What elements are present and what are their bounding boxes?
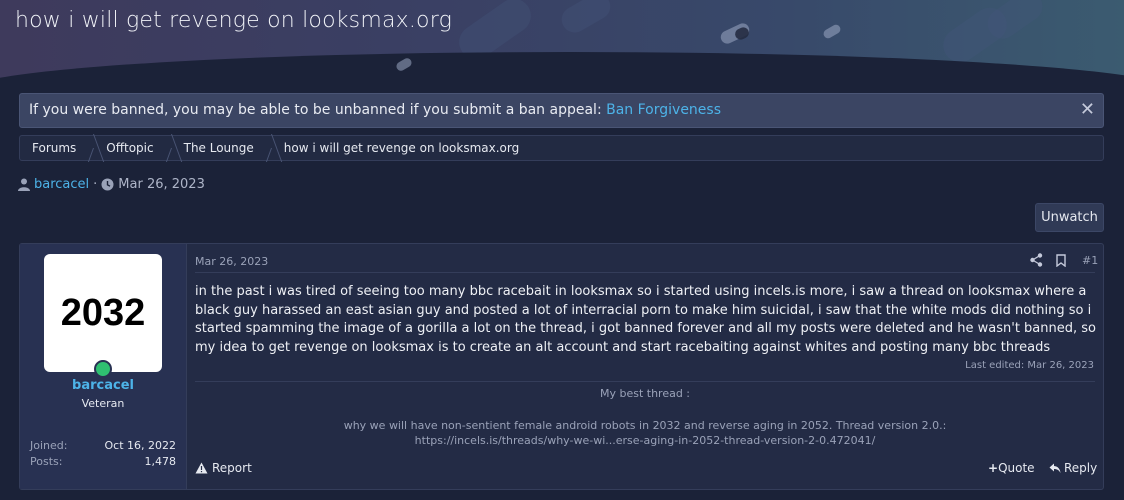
signature-line: why we will have non-sentient female and… (343, 419, 947, 432)
post-date[interactable]: Mar 26, 2023 (195, 255, 268, 268)
page-title: how i will get revenge on looksmax.org (15, 8, 452, 33)
plus-icon: + (988, 461, 999, 475)
notice-message: If you were banned, you may be able to b… (29, 102, 607, 118)
reply-button[interactable]: Reply (1049, 461, 1097, 475)
online-status-icon (94, 360, 112, 378)
stat-value: Oct 16, 2022 (104, 439, 177, 452)
unwatch-button[interactable]: Unwatch (1035, 203, 1104, 232)
user-title: Veteran (81, 397, 125, 410)
clock-icon (101, 178, 114, 191)
quote-label: Quote (998, 461, 1035, 475)
ban-appeal-notice: If you were banned, you may be able to b… (19, 93, 1104, 128)
page-header: how i will get revenge on looksmax.org (0, 0, 1124, 80)
post-user-cell: 2032 barcacel Veteran Joined: Oct 16, 20… (20, 244, 187, 489)
warning-icon (195, 462, 208, 474)
stat-value[interactable]: 1,478 (145, 455, 177, 468)
share-icon[interactable] (1030, 253, 1043, 267)
post-number[interactable]: #1 (1082, 254, 1098, 267)
signature-link[interactable]: https://incels.is/threads/why-we-wi...er… (195, 434, 1095, 447)
quote-button[interactable]: +Quote (988, 461, 1035, 475)
last-edited: Last edited: Mar 26, 2023 (965, 360, 1094, 371)
breadcrumb-current-thread[interactable]: how i will get revenge on looksmax.org (272, 136, 537, 160)
stat-label: Posts: (30, 455, 63, 468)
breadcrumb: Forums Offtopic The Lounge how i will ge… (19, 135, 1104, 161)
decorative-pill-icon (821, 23, 843, 40)
signature-divider (195, 381, 1095, 382)
report-label: Report (212, 461, 252, 475)
user-icon (18, 178, 30, 191)
reply-icon (1049, 463, 1061, 473)
post-header-divider (195, 272, 1095, 273)
report-button[interactable]: Report (195, 461, 252, 475)
meta-separator: · (93, 177, 98, 192)
decorative-pill-icon (556, 0, 616, 38)
reply-label: Reply (1064, 461, 1098, 475)
thread-date[interactable]: Mar 26, 2023 (118, 177, 205, 192)
breadcrumb-offtopic[interactable]: Offtopic (94, 136, 171, 160)
avatar[interactable]: 2032 (44, 254, 162, 372)
ban-forgiveness-link[interactable]: Ban Forgiveness (606, 102, 721, 118)
close-icon[interactable]: ✕ (1080, 99, 1095, 120)
bookmark-icon[interactable] (1056, 254, 1066, 267)
post-message: 2032 barcacel Veteran Joined: Oct 16, 20… (19, 243, 1104, 490)
breadcrumb-the-lounge[interactable]: The Lounge (172, 136, 272, 160)
notice-text: If you were banned, you may be able to b… (29, 102, 721, 118)
thread-meta: barcacel · Mar 26, 2023 (18, 177, 205, 192)
post-username[interactable]: barcacel (20, 378, 186, 393)
stat-label: Joined: (30, 439, 68, 452)
stat-posts: Posts: 1,478 (30, 455, 176, 468)
thread-author-link[interactable]: barcacel (34, 177, 89, 192)
signature-heading: My best thread : (599, 387, 691, 400)
breadcrumb-forums[interactable]: Forums (20, 136, 94, 160)
post-body: in the past i was tired of seeing too ma… (195, 284, 1096, 355)
stat-joined: Joined: Oct 16, 2022 (30, 439, 176, 452)
